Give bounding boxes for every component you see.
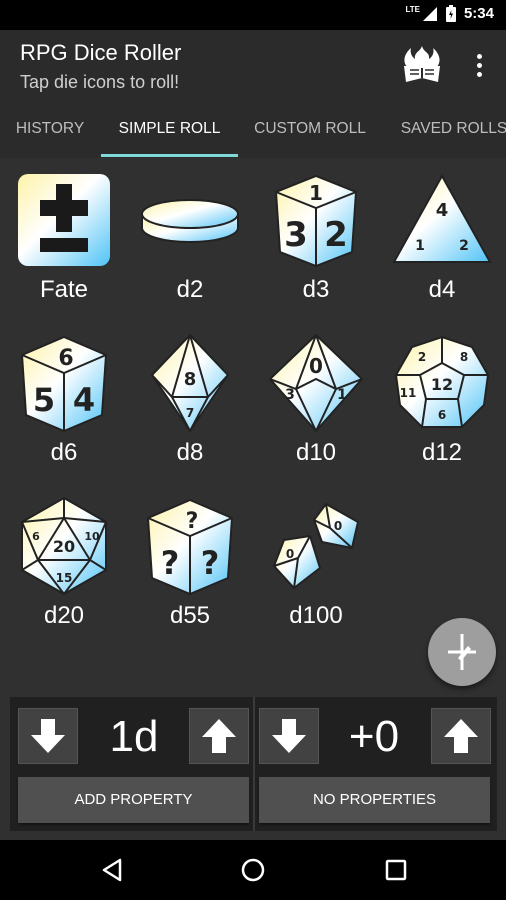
face-number: 5 [33, 381, 55, 419]
d4-die-icon: 4 1 2 [392, 173, 492, 263]
app-logo-icon[interactable] [398, 44, 446, 86]
die-d12[interactable]: 12 2 8 11 6 d12 [382, 333, 502, 467]
d12-die-icon: 12 2 8 11 6 [394, 335, 490, 428]
d8-die-icon: 8 7 [150, 333, 230, 433]
die-label: d100 [289, 602, 343, 629]
add-property-button[interactable]: ADD PROPERTY [18, 777, 249, 823]
tab-bar: HISTORY SIMPLE ROLL CUSTOM ROLL SAVED RO… [0, 100, 506, 158]
tab-history[interactable]: HISTORY [0, 100, 100, 158]
die-label: d8 [176, 439, 204, 466]
die-d4[interactable]: 4 1 2 d4 [382, 170, 502, 304]
die-label: d4 [428, 276, 456, 303]
recents-icon[interactable] [381, 855, 411, 885]
decrease-count-button[interactable] [18, 708, 78, 764]
network-type: LTE [405, 5, 420, 14]
face-number: 12 [431, 375, 453, 394]
face-number: 2 [418, 350, 426, 364]
face-number: 2 [324, 215, 348, 255]
arrow-up-icon [444, 719, 478, 753]
custom-die-action-icon [448, 634, 476, 670]
arrow-down-icon [31, 719, 65, 753]
home-icon[interactable] [238, 855, 268, 885]
navigation-bar [0, 840, 506, 900]
die-label: d12 [421, 439, 463, 466]
face-number: 2 [459, 238, 469, 254]
status-time: 5:34 [463, 5, 494, 22]
arrow-down-icon [272, 719, 306, 753]
battery-icon [445, 5, 456, 22]
tab-custom-roll[interactable]: CUSTOM ROLL [238, 100, 382, 158]
increase-count-button[interactable] [189, 708, 249, 764]
fab-button[interactable] [428, 618, 496, 686]
die-d20[interactable]: 20 15 6 10 d20 [4, 496, 124, 630]
d6-die-icon: 6 5 4 [20, 335, 108, 433]
d10-die-icon: 0 3 1 [268, 333, 364, 433]
die-label: d3 [302, 276, 330, 303]
die-label: Fate [39, 276, 89, 303]
face-number: 15 [56, 571, 73, 585]
face-number: 7 [186, 406, 194, 420]
die-label: d6 [50, 439, 78, 466]
face-number: 6 [32, 530, 40, 543]
app-subtitle: Tap die icons to roll! [20, 72, 180, 92]
tab-indicator [101, 154, 238, 157]
status-bar: LTE 5:34 [0, 0, 506, 30]
decrease-modifier-button[interactable] [259, 708, 319, 764]
face-number: 6 [58, 346, 73, 371]
face-number: 0 [309, 354, 323, 378]
face-number: ? [161, 544, 180, 582]
face-number: 1 [309, 181, 323, 205]
die-fate[interactable]: Fate [4, 170, 124, 304]
face-number: ? [201, 544, 220, 582]
overflow-menu-button[interactable] [462, 48, 496, 82]
die-label: d10 [295, 439, 337, 466]
face-number: 8 [460, 350, 468, 364]
custom-die-icon: ? ? ? [146, 498, 234, 596]
die-d10[interactable]: 0 3 1 d10 [256, 333, 376, 467]
d3-die-icon: 1 3 2 [274, 174, 358, 268]
face-number: 3 [285, 387, 295, 403]
fate-die-icon [18, 174, 110, 266]
face-number: 6 [438, 408, 446, 422]
face-number: 4 [436, 200, 449, 221]
die-label: d20 [43, 602, 85, 629]
controls-divider [253, 697, 255, 831]
face-number: 0 [334, 519, 342, 533]
dice-count: 1d [109, 712, 159, 761]
die-d8[interactable]: 8 7 d8 [130, 333, 250, 467]
app-bar: RPG Dice Roller Tap die icons to roll! [0, 30, 506, 100]
coin-icon [141, 199, 239, 243]
face-number: 20 [53, 537, 75, 556]
modifier-value: +0 [348, 712, 400, 761]
tab-simple-roll[interactable]: SIMPLE ROLL [101, 100, 238, 158]
die-label: d55 [169, 602, 211, 629]
increase-modifier-button[interactable] [431, 708, 491, 764]
app-title: RPG Dice Roller [20, 40, 182, 65]
properties-button[interactable]: NO PROPERTIES [259, 777, 490, 823]
face-number: 1 [337, 387, 347, 403]
face-number: 10 [84, 530, 100, 543]
die-d6[interactable]: 6 5 4 d6 [4, 333, 124, 467]
face-number: 3 [284, 215, 308, 255]
back-icon[interactable] [98, 855, 128, 885]
die-d100[interactable]: 0 0 d100 [256, 496, 376, 630]
die-d55[interactable]: ? ? ? d55 [130, 496, 250, 630]
die-label: d2 [176, 276, 204, 303]
die-d3[interactable]: 1 3 2 d3 [256, 170, 376, 304]
face-number: ? [186, 509, 199, 534]
tab-saved-rolls[interactable]: SAVED ROLLS [384, 100, 506, 158]
face-number: 8 [184, 369, 197, 390]
face-number: 4 [73, 381, 95, 419]
face-number: 11 [400, 386, 417, 400]
face-number: 1 [415, 238, 425, 254]
arrow-up-icon [202, 719, 236, 753]
face-number: 0 [286, 547, 294, 561]
percentile-dice-icon: 0 0 [272, 502, 360, 590]
die-d2[interactable]: d2 [130, 170, 250, 304]
signal-icon [422, 6, 437, 21]
d20-die-icon: 20 15 6 10 [21, 496, 107, 596]
